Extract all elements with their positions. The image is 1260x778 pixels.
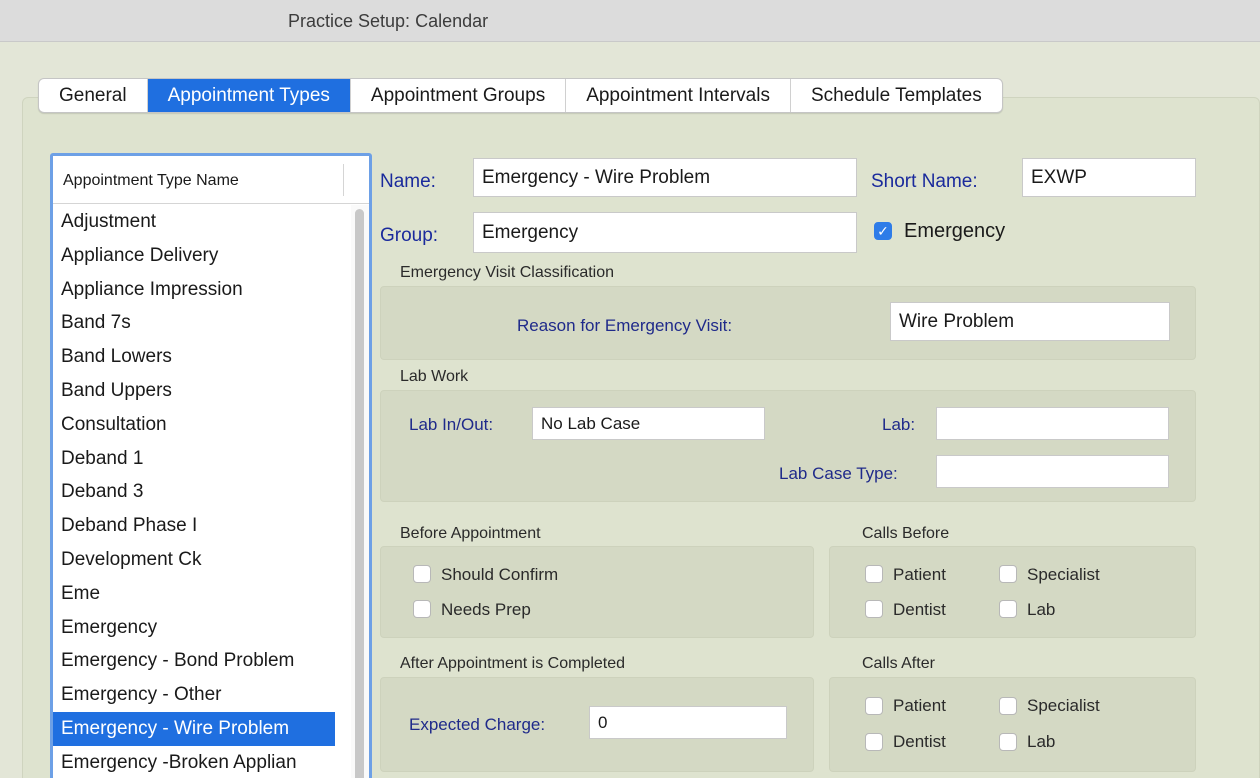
column-header-label: Appointment Type Name	[63, 172, 239, 189]
emergency-checkbox[interactable]: ✓	[874, 222, 892, 240]
calls-before-dentist-label: Dentist	[893, 600, 946, 619]
reason-field[interactable]: Wire Problem	[890, 302, 1170, 341]
emergency-checkbox-label: Emergency	[904, 220, 1006, 242]
list-item[interactable]: Emergency - Other	[53, 678, 349, 712]
calls-after-specialist-label: Specialist	[1027, 696, 1100, 715]
should-confirm-checkbox[interactable]	[413, 565, 431, 583]
list-item[interactable]: Adjustment	[53, 205, 349, 239]
group-field[interactable]: Emergency	[473, 212, 857, 253]
calls-after-box	[829, 677, 1196, 772]
scrollbar-thumb[interactable]	[355, 209, 364, 778]
window-title: Practice Setup: Calendar	[288, 11, 489, 31]
list-scrollbar[interactable]	[351, 205, 369, 778]
list-item[interactable]: Deband 1	[53, 442, 349, 476]
title-bar: Practice Setup: Calendar	[0, 0, 1260, 42]
list-item[interactable]: Consultation	[53, 408, 349, 442]
list-item-selected[interactable]: Emergency - Wire Problem	[53, 711, 335, 746]
list-item[interactable]: Emergency - Bond Problem	[53, 644, 349, 678]
calls-after-lab-label: Lab	[1027, 732, 1056, 751]
calls-after-patient-label: Patient	[893, 696, 946, 715]
lab-field[interactable]	[936, 407, 1169, 440]
calls-before-dentist-checkbox[interactable]	[865, 600, 883, 618]
appointment-type-list[interactable]: Appointment Type Name Adjustment Applian…	[50, 153, 372, 778]
tab-schedule-templates[interactable]: Schedule Templates	[791, 79, 1002, 112]
calls-after-specialist-checkbox[interactable]	[999, 697, 1017, 715]
checkmark-icon: ✓	[877, 223, 889, 239]
calls-before-patient-checkbox[interactable]	[865, 565, 883, 583]
group-label: Group:	[380, 225, 439, 246]
expected-charge-field[interactable]: 0	[589, 706, 787, 739]
tab-appointment-intervals[interactable]: Appointment Intervals	[566, 79, 791, 112]
name-field[interactable]: Emergency - Wire Problem	[473, 158, 857, 197]
should-confirm-label: Should Confirm	[441, 565, 559, 584]
list-item[interactable]: Band 7s	[53, 306, 349, 340]
reason-label: Reason for Emergency Visit:	[517, 316, 733, 335]
list-item[interactable]: Emergency -Broken Applian	[53, 746, 349, 778]
calls-after-title: Calls After	[862, 655, 935, 672]
list-item[interactable]: Appliance Impression	[53, 273, 349, 307]
calls-before-lab-label: Lab	[1027, 600, 1056, 619]
column-divider	[343, 164, 344, 196]
list-item[interactable]: Deband Phase I	[53, 509, 349, 543]
calls-before-title: Calls Before	[862, 525, 950, 542]
calls-after-lab-checkbox[interactable]	[999, 733, 1017, 751]
calls-after-dentist-checkbox[interactable]	[865, 733, 883, 751]
list-item[interactable]: Band Lowers	[53, 340, 349, 374]
calls-before-specialist-checkbox[interactable]	[999, 565, 1017, 583]
tab-appointment-types[interactable]: Appointment Types	[147, 79, 351, 112]
lab-inout-label: Lab In/Out:	[409, 415, 494, 434]
list-item[interactable]: Development Ck	[53, 543, 349, 577]
list-item[interactable]: Emergency	[53, 611, 349, 645]
name-label: Name:	[380, 171, 436, 192]
list-items: Adjustment Appliance Delivery Appliance …	[53, 205, 349, 778]
list-item[interactable]: Appliance Delivery	[53, 239, 349, 273]
calls-before-box	[829, 546, 1196, 638]
calls-after-patient-checkbox[interactable]	[865, 697, 883, 715]
list-item[interactable]: Deband 3	[53, 475, 349, 509]
after-section-title: After Appointment is Completed	[400, 655, 626, 672]
calls-before-lab-checkbox[interactable]	[999, 600, 1017, 618]
calls-after-dentist-label: Dentist	[893, 732, 946, 751]
list-column-header[interactable]: Appointment Type Name	[53, 156, 369, 204]
expected-charge-label: Expected Charge:	[409, 715, 546, 734]
list-item[interactable]: Band Uppers	[53, 374, 349, 408]
short-name-field[interactable]: EXWP	[1022, 158, 1196, 197]
before-section-box	[380, 546, 814, 638]
calls-before-patient-label: Patient	[893, 565, 946, 584]
needs-prep-checkbox[interactable]	[413, 600, 431, 618]
short-name-label: Short Name:	[871, 171, 978, 192]
lab-label: Lab:	[882, 415, 916, 434]
tab-general[interactable]: General	[39, 79, 148, 112]
lab-inout-field[interactable]: No Lab Case	[532, 407, 765, 440]
needs-prep-label: Needs Prep	[441, 600, 531, 619]
calls-before-specialist-label: Specialist	[1027, 565, 1100, 584]
before-section-title: Before Appointment	[400, 525, 541, 542]
emergency-section-title: Emergency Visit Classification	[400, 264, 615, 281]
lab-case-type-field[interactable]	[936, 455, 1169, 488]
lab-section-title: Lab Work	[400, 368, 469, 385]
tab-bar: General Appointment Types Appointment Gr…	[38, 78, 1003, 113]
list-item[interactable]: Eme	[53, 577, 349, 611]
tab-appointment-groups[interactable]: Appointment Groups	[351, 79, 567, 112]
lab-case-type-label: Lab Case Type:	[779, 464, 898, 483]
